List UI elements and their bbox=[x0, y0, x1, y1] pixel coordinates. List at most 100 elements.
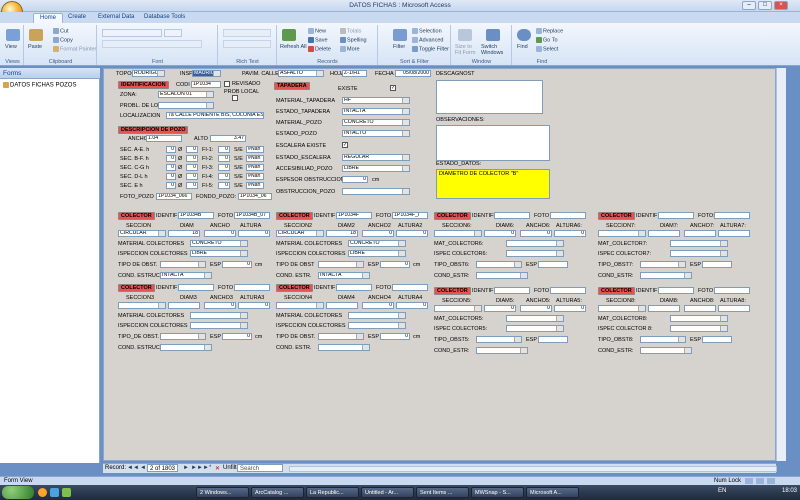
vertical-scrollbar[interactable] bbox=[776, 68, 786, 461]
material-colectores-select[interactable]: CONCRETO bbox=[190, 240, 248, 247]
sec-diam-field[interactable]: 0 bbox=[186, 164, 198, 171]
observaciones-field[interactable] bbox=[436, 125, 550, 161]
sec-h-field[interactable]: 0 bbox=[166, 164, 176, 171]
inspeccion-colectores-select[interactable] bbox=[670, 250, 728, 257]
cond-estruc-select[interactable]: INTACTA bbox=[160, 272, 212, 279]
advanced-button[interactable]: Advanced bbox=[412, 37, 443, 43]
search-input[interactable]: Search bbox=[237, 464, 283, 472]
material-pozo-select[interactable]: CONCRETO bbox=[342, 119, 410, 126]
first-record-button[interactable]: ◄◄ bbox=[127, 465, 139, 471]
seccion-select[interactable]: CIRCULAR bbox=[118, 230, 166, 237]
totals-button[interactable]: Totals bbox=[340, 28, 361, 34]
foto-field[interactable] bbox=[234, 284, 270, 291]
start-button[interactable] bbox=[2, 486, 34, 499]
replace-button[interactable]: Replace bbox=[536, 28, 563, 34]
desktop-icon[interactable] bbox=[62, 488, 71, 497]
save-record-button[interactable]: Save bbox=[308, 37, 328, 43]
esp-field[interactable]: 0 bbox=[222, 261, 252, 268]
nan-field[interactable]: #Nan bbox=[246, 146, 264, 153]
cond-estruc-select[interactable] bbox=[640, 272, 692, 279]
ancho-field[interactable]: 0 bbox=[520, 230, 552, 237]
material-colectores-select[interactable] bbox=[506, 240, 564, 247]
fi-field[interactable]: 0 bbox=[218, 164, 230, 171]
esp-field[interactable] bbox=[702, 261, 732, 268]
material-colectores-select[interactable] bbox=[348, 312, 406, 319]
codi-field[interactable]: 1P1034 bbox=[191, 81, 221, 88]
foto-field[interactable]: 1P1034B_07 bbox=[234, 212, 270, 219]
escalera-existe-checkbox[interactable]: ✓ bbox=[342, 142, 348, 148]
sec-h-field[interactable]: 0 bbox=[166, 146, 176, 153]
identif-field[interactable]: 1P1034F bbox=[336, 212, 372, 219]
tab-database-tools[interactable]: Database Tools bbox=[138, 13, 191, 23]
select-button[interactable]: Select bbox=[536, 46, 558, 52]
inspeccion-colectores-select[interactable] bbox=[348, 322, 406, 329]
nan-field[interactable]: #Nan bbox=[246, 164, 264, 171]
foto-field[interactable] bbox=[714, 287, 750, 294]
seccion-select[interactable] bbox=[598, 305, 646, 312]
tipo-obst-select[interactable] bbox=[318, 333, 364, 340]
fecha-field[interactable]: 05/08/2000 bbox=[395, 70, 431, 77]
nav-header[interactable]: Forms bbox=[0, 68, 100, 79]
cond-estruc-select[interactable] bbox=[640, 347, 692, 354]
material-colectores-select[interactable] bbox=[670, 240, 728, 247]
foto-pozo-field[interactable]: 1P1034_066 bbox=[156, 193, 192, 200]
last-record-button[interactable]: ►► bbox=[191, 465, 203, 471]
alto-field[interactable]: 3.47 bbox=[210, 135, 246, 142]
new-record-nav-button[interactable]: ►* bbox=[203, 465, 211, 471]
seccion-select[interactable] bbox=[118, 302, 166, 309]
ancho-field[interactable] bbox=[684, 230, 716, 237]
close-button[interactable]: × bbox=[774, 1, 788, 10]
altura-field[interactable]: 0 bbox=[554, 230, 586, 237]
zona-select[interactable]: ESCALON 01 bbox=[158, 91, 214, 98]
estado-escalera-select[interactable]: REGULAR bbox=[342, 154, 410, 161]
diam-field[interactable]: 0 bbox=[484, 305, 516, 312]
font-name-select[interactable] bbox=[102, 29, 162, 37]
ancho-field[interactable]: 0 bbox=[362, 230, 394, 237]
format-painter-button[interactable]: Format Painter bbox=[53, 46, 96, 52]
size-to-fit-button[interactable]: Size to Fit Form bbox=[455, 44, 477, 56]
ancho-field[interactable]: 0 bbox=[362, 302, 394, 309]
diam-field[interactable]: 0 bbox=[484, 230, 516, 237]
maximize-button[interactable]: □ bbox=[758, 1, 772, 10]
tipo-obst-select[interactable] bbox=[476, 336, 522, 343]
tipo-obst-select[interactable] bbox=[318, 261, 364, 268]
material-colectores-select[interactable] bbox=[190, 312, 248, 319]
fi-field[interactable]: 0 bbox=[218, 182, 230, 189]
esp-field[interactable]: 0 bbox=[380, 333, 410, 340]
esp-field[interactable] bbox=[538, 261, 568, 268]
taskbar-item[interactable]: Sent Items ... bbox=[416, 487, 469, 498]
inspeccion-colectores-select[interactable]: LIBRE bbox=[348, 250, 406, 257]
sec-diam-field[interactable]: 0 bbox=[186, 182, 198, 189]
taskbar-item[interactable]: 2 Windows... bbox=[196, 487, 249, 498]
refresh-all-button[interactable]: Refresh All bbox=[280, 44, 307, 50]
copy-button[interactable]: Copy bbox=[53, 37, 73, 43]
delete-record-button[interactable]: Delete bbox=[308, 46, 331, 52]
horizontal-scrollbar[interactable] bbox=[289, 466, 777, 472]
revisado-checkbox[interactable] bbox=[224, 81, 230, 87]
fi-field[interactable]: 0 bbox=[218, 155, 230, 162]
paste-button[interactable]: Paste bbox=[28, 44, 42, 50]
selection-button[interactable]: Selection bbox=[412, 28, 442, 34]
probl-local-select[interactable] bbox=[158, 102, 214, 109]
sec-diam-field[interactable]: 0 bbox=[186, 146, 198, 153]
hoja-field[interactable]: Z-1/H1 bbox=[342, 70, 367, 77]
ancho-field[interactable]: 0 bbox=[204, 230, 236, 237]
diam-field[interactable]: 18 bbox=[326, 230, 358, 237]
altura-field[interactable]: 0 bbox=[396, 302, 428, 309]
seccion-select[interactable] bbox=[598, 230, 646, 237]
cond-estruc-select[interactable] bbox=[476, 272, 528, 279]
altura-field[interactable]: 0 bbox=[396, 230, 428, 237]
previous-record-button[interactable]: ◄ bbox=[140, 465, 146, 471]
sec-h-field[interactable]: 0 bbox=[166, 155, 176, 162]
fi-field[interactable]: 0 bbox=[218, 146, 230, 153]
ancho-field[interactable]: 0 bbox=[204, 302, 236, 309]
identif-field[interactable]: 1P1034B bbox=[178, 212, 214, 219]
material-colectores-select[interactable] bbox=[506, 315, 564, 322]
altura-field[interactable] bbox=[718, 305, 750, 312]
fondo-pozo-field[interactable]: 1P1034_06 bbox=[238, 193, 272, 200]
foto-field[interactable] bbox=[550, 212, 586, 219]
foto-field[interactable] bbox=[714, 212, 750, 219]
sec-h-field[interactable]: 0 bbox=[166, 182, 176, 189]
esp-field[interactable]: 0 bbox=[222, 333, 252, 340]
estado-datos-field[interactable]: DIAMETRO DE COLECTOR "B" bbox=[436, 169, 550, 199]
